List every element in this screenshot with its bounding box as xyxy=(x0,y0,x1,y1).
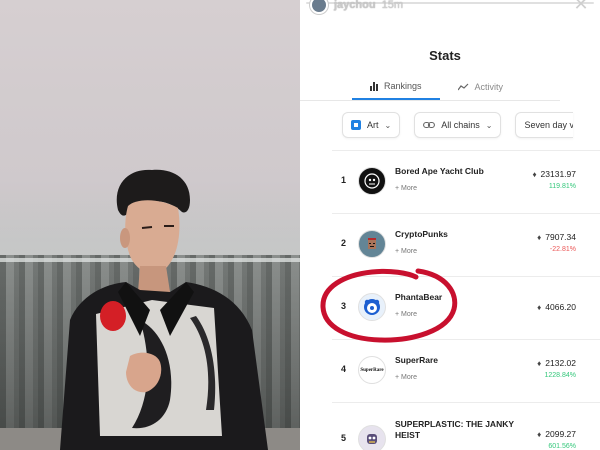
table-row[interactable]: 2 CryptoPunks + More ♦ 7907.34 -22.81% xyxy=(332,213,600,276)
superplastic-logo xyxy=(358,425,386,450)
filter-bar: Art ⌄ All chains ⌄ Seven day v xyxy=(342,112,600,140)
time-range-label: Seven day v xyxy=(524,120,574,130)
ethereum-icon: ♦ xyxy=(537,430,542,439)
ethereum-icon: ♦ xyxy=(537,303,542,312)
volume-value: ♦ 7907.34 xyxy=(537,232,576,242)
time-range-filter[interactable]: Seven day v xyxy=(515,112,574,138)
collection-name[interactable]: CryptoPunks xyxy=(395,229,448,240)
tab-divider xyxy=(300,100,560,101)
link-icon xyxy=(423,121,436,129)
change-percent: 1228.84% xyxy=(544,372,576,379)
change-percent: -22.81% xyxy=(549,246,576,253)
cryptopunks-logo xyxy=(358,230,386,258)
rank-number: 3 xyxy=(341,301,347,311)
superrare-logo: SuperRare xyxy=(358,356,386,384)
bar-chart-icon xyxy=(370,81,378,91)
volume-value: ♦ 2132.02 xyxy=(537,358,576,368)
story-avatar[interactable] xyxy=(310,0,328,14)
rank-number: 4 xyxy=(341,364,347,374)
rank-number: 2 xyxy=(341,238,347,248)
tab-activity[interactable]: Activity xyxy=(440,74,522,100)
collection-name[interactable]: SUPERPLASTIC: THE JANKY HEIST xyxy=(395,419,515,441)
volume-value: ♦ 2099.27 xyxy=(537,429,576,439)
stats-screenshot: jaychou 15m ✕ Stats Rankings Activity Art… xyxy=(300,0,600,450)
superrare-logo-text: SuperRare xyxy=(360,367,384,373)
rank-number: 1 xyxy=(341,175,347,185)
phantabear-logo xyxy=(358,293,386,321)
more-link[interactable]: + More xyxy=(395,311,417,318)
more-link[interactable]: + More xyxy=(395,374,417,381)
story-header: jaychou 15m xyxy=(310,0,403,16)
chain-filter-label: All chains xyxy=(441,120,480,130)
story-photo xyxy=(0,0,300,450)
volume-value: ♦ 4066.20 xyxy=(537,302,576,312)
person-figure xyxy=(60,169,268,450)
more-link[interactable]: + More xyxy=(395,185,417,192)
rank-number: 5 xyxy=(341,433,347,443)
trend-line-icon xyxy=(457,83,468,91)
table-row[interactable]: 5 SUPERPLASTIC: THE JANKY HEIST ♦ 2099.27… xyxy=(332,402,600,450)
collection-name[interactable]: Bored Ape Yacht Club xyxy=(395,166,484,177)
art-category-icon xyxy=(351,120,361,130)
bored-ape-logo xyxy=(358,167,386,195)
collection-name[interactable]: PhantaBear xyxy=(395,292,442,303)
category-filter[interactable]: Art ⌄ xyxy=(342,112,401,138)
volume-value: ♦ 23131.97 xyxy=(532,169,576,179)
rankings-table: 1 Bored Ape Yacht Club + More ♦ 23131.97 … xyxy=(332,150,600,450)
change-percent: 119.81% xyxy=(548,183,576,190)
tab-label: Activity xyxy=(474,82,504,92)
chevron-down-icon: ⌄ xyxy=(384,120,392,130)
tab-label: Rankings xyxy=(384,81,422,91)
tab-rankings[interactable]: Rankings xyxy=(352,74,440,100)
change-percent: 601.56% xyxy=(548,443,576,450)
tab-bar: Rankings Activity xyxy=(352,74,582,102)
table-row[interactable]: 3 PhantaBear + More ♦ 4066.20 xyxy=(332,276,600,339)
table-row[interactable]: 4 SuperRare SuperRare + More ♦ 2132.02 12… xyxy=(332,339,600,402)
table-row[interactable]: 1 Bored Ape Yacht Club + More ♦ 23131.97 … xyxy=(332,150,600,213)
ethereum-icon: ♦ xyxy=(537,233,542,242)
collection-name[interactable]: SuperRare xyxy=(395,355,438,366)
chevron-down-icon: ⌄ xyxy=(485,120,493,130)
page-title: Stats xyxy=(429,48,461,63)
ethereum-icon: ♦ xyxy=(537,359,542,368)
close-icon[interactable]: ✕ xyxy=(572,0,590,14)
more-link[interactable]: + More xyxy=(395,248,417,255)
category-filter-label: Art xyxy=(367,120,379,130)
story-time: 15m xyxy=(381,0,403,11)
chain-filter[interactable]: All chains ⌄ xyxy=(414,112,502,138)
ethereum-icon: ♦ xyxy=(532,170,537,179)
story-username[interactable]: jaychou xyxy=(334,0,376,11)
